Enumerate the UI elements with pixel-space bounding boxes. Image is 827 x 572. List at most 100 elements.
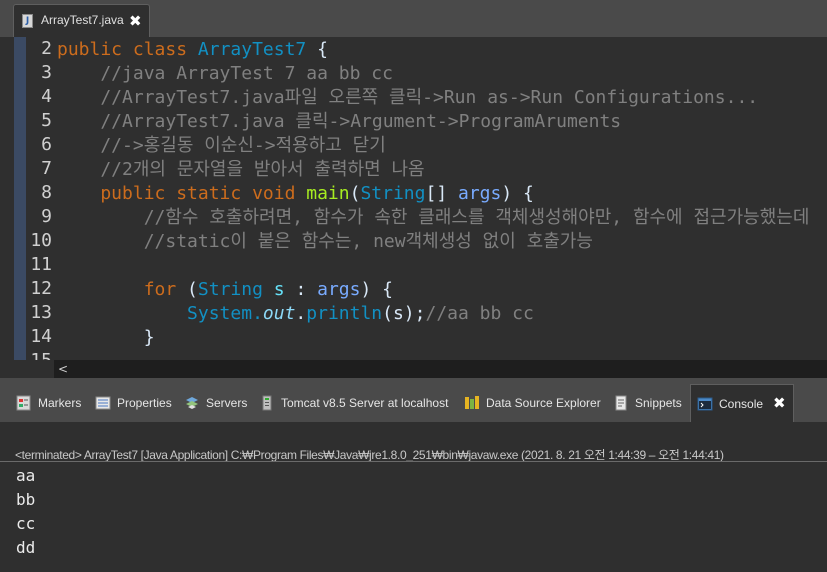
code-text: //함수 호출하려면, 함수가 속한 클래스를 객체생성해야만, 함수에 접근가… bbox=[57, 206, 810, 230]
code-line: 8 public static void main(String[] args)… bbox=[0, 182, 827, 206]
tab-markers[interactable]: Markers bbox=[16, 384, 81, 422]
horizontal-scrollbar[interactable]: < bbox=[54, 360, 827, 378]
code-token: { bbox=[306, 39, 328, 60]
code-text: //ArrayTest7.java 클릭->Argument->ProgramA… bbox=[57, 110, 621, 134]
code-line: 2 public class ArrayTest7 { bbox=[0, 38, 827, 62]
code-token: String bbox=[360, 183, 426, 204]
console-output-line: aa bbox=[16, 466, 36, 485]
servers-icon bbox=[184, 395, 200, 411]
editor-tab-label: ArrayTest7.java bbox=[41, 13, 124, 27]
code-token: //java ArrayTest 7 aa bb cc bbox=[57, 63, 393, 84]
code-token: //2개의 문자열을 받아서 출력하면 나옴 bbox=[57, 159, 425, 180]
code-token: } bbox=[57, 327, 155, 348]
line-number: 9 bbox=[41, 206, 52, 227]
code-token: //aa bb cc bbox=[425, 303, 534, 324]
tab-tomcat-server[interactable]: Tomcat v8.5 Server at localhost bbox=[259, 384, 448, 422]
scroll-pad bbox=[0, 360, 54, 378]
code-token: //ArrayTest7.java 클릭->Argument->ProgramA… bbox=[57, 111, 622, 132]
scroll-left-icon[interactable]: < bbox=[58, 360, 68, 378]
code-token: out bbox=[262, 303, 296, 324]
editor-tab-arraytest7[interactable]: J ArrayTest7.java ✖ bbox=[13, 4, 150, 37]
code-token: ) { bbox=[360, 279, 393, 300]
code-line: 14 } bbox=[0, 326, 827, 350]
line-number: 14 bbox=[30, 326, 52, 347]
code-token: //->홍길동 이순신->적용하고 닫기 bbox=[57, 135, 386, 156]
code-text: //java ArrayTest 7 aa bb cc bbox=[57, 62, 393, 86]
close-icon[interactable]: ✖ bbox=[129, 14, 142, 29]
line-number: 15 bbox=[26, 350, 52, 360]
tab-snippets-label: Snippets bbox=[635, 396, 682, 410]
console-icon bbox=[697, 396, 713, 412]
code-token: s bbox=[273, 279, 285, 300]
tab-markers-label: Markers bbox=[38, 396, 82, 410]
code-token: . bbox=[295, 303, 307, 324]
panel-tab-bar: Markers Properties Servers Tomcat v8.5 S… bbox=[0, 384, 827, 422]
code-token: println bbox=[306, 303, 383, 324]
code-line: 5 //ArrayTest7.java 클릭->Argument->Progra… bbox=[0, 110, 827, 134]
code-token: public static void bbox=[57, 183, 307, 204]
tab-tomcat-label: Tomcat v8.5 Server at localhost bbox=[281, 396, 449, 410]
code-token: : bbox=[284, 279, 318, 300]
code-line: 12 for (String s : args) { bbox=[0, 278, 827, 302]
code-editor[interactable]: 2 public class ArrayTest7 {3 //java Array… bbox=[0, 37, 827, 360]
code-text: } bbox=[57, 326, 155, 350]
snippets-icon bbox=[613, 395, 629, 411]
code-text: //2개의 문자열을 받아서 출력하면 나옴 bbox=[57, 158, 425, 182]
code-token: main bbox=[306, 183, 350, 204]
code-text: for (String s : args) { bbox=[57, 278, 393, 302]
tab-console-label: Console bbox=[719, 396, 764, 411]
markers-icon bbox=[16, 395, 32, 411]
code-token: [] bbox=[425, 183, 458, 204]
tab-properties[interactable]: Properties bbox=[95, 384, 172, 422]
code-token: //함수 호출하려면, 함수가 속한 클래스를 객체생성해야만, 함수에 접근가… bbox=[57, 207, 810, 228]
tab-data-source-label: Data Source Explorer bbox=[486, 396, 601, 410]
code-line: 9 //함수 호출하려면, 함수가 속한 클래스를 객체생성해야만, 함수에 접… bbox=[0, 206, 827, 230]
line-number: 6 bbox=[41, 134, 52, 155]
tab-data-source-explorer[interactable]: Data Source Explorer bbox=[464, 384, 601, 422]
line-number: 7 bbox=[41, 158, 52, 179]
code-line: 6 //->홍길동 이순신->적용하고 닫기 bbox=[0, 134, 827, 158]
code-text: //ArrayTest7.java파일 오른쪽 클릭->Run as->Run … bbox=[57, 86, 758, 110]
line-number: 12 bbox=[30, 278, 52, 299]
code-line: 13 System.out.println(s);//aa bb cc bbox=[0, 302, 827, 326]
code-line: 4 //ArrayTest7.java파일 오른쪽 클릭->Run as->Ru… bbox=[0, 86, 827, 110]
code-token: args bbox=[317, 279, 361, 300]
code-token: (s); bbox=[382, 303, 426, 324]
console-divider bbox=[0, 461, 827, 462]
code-text: public static void main(String[] args) { bbox=[57, 182, 534, 206]
code-line: 3 //java ArrayTest 7 aa bb cc bbox=[0, 62, 827, 86]
data-source-icon bbox=[464, 395, 480, 411]
code-token: //ArrayTest7.java파일 오른쪽 클릭->Run as->Run … bbox=[57, 87, 759, 108]
code-line: 11 bbox=[0, 254, 827, 278]
console-output-line: dd bbox=[16, 538, 36, 557]
console-output-line: bb bbox=[16, 490, 36, 509]
console-view[interactable]: <terminated> ArrayTest7 [Java Applicatio… bbox=[0, 422, 827, 572]
editor-tab-bar: J ArrayTest7.java ✖ bbox=[0, 0, 827, 37]
tab-servers[interactable]: Servers bbox=[184, 384, 247, 422]
code-line: 7 //2개의 문자열을 받아서 출력하면 나옴 bbox=[0, 158, 827, 182]
close-icon[interactable]: ✖ bbox=[773, 396, 786, 411]
tab-properties-label: Properties bbox=[117, 396, 172, 410]
code-token: String bbox=[197, 279, 263, 300]
tomcat-icon bbox=[259, 395, 275, 411]
line-number: 4 bbox=[41, 86, 52, 107]
tab-snippets[interactable]: Snippets bbox=[613, 384, 682, 422]
tab-console[interactable]: Console ✖ bbox=[690, 384, 794, 422]
code-token: ArrayTest7 bbox=[197, 39, 307, 60]
code-token: System. bbox=[57, 303, 263, 324]
java-file-icon: J bbox=[22, 14, 33, 28]
code-line: 15 bbox=[0, 350, 827, 360]
line-number: 13 bbox=[30, 302, 52, 323]
code-token: args bbox=[458, 183, 502, 204]
code-text: System.out.println(s);//aa bb cc bbox=[57, 302, 534, 326]
console-output-line: cc bbox=[16, 514, 36, 533]
properties-icon bbox=[95, 395, 111, 411]
code-token: ( bbox=[187, 279, 198, 300]
code-text: public class ArrayTest7 { bbox=[57, 38, 328, 62]
line-number: 2 bbox=[41, 38, 52, 59]
tab-servers-label: Servers bbox=[206, 396, 248, 410]
code-line: 10 //static이 붙은 함수는, new객체생성 없이 호출가능 bbox=[0, 230, 827, 254]
code-text: //static이 붙은 함수는, new객체생성 없이 호출가능 bbox=[57, 230, 593, 254]
line-number: 11 bbox=[30, 254, 52, 275]
